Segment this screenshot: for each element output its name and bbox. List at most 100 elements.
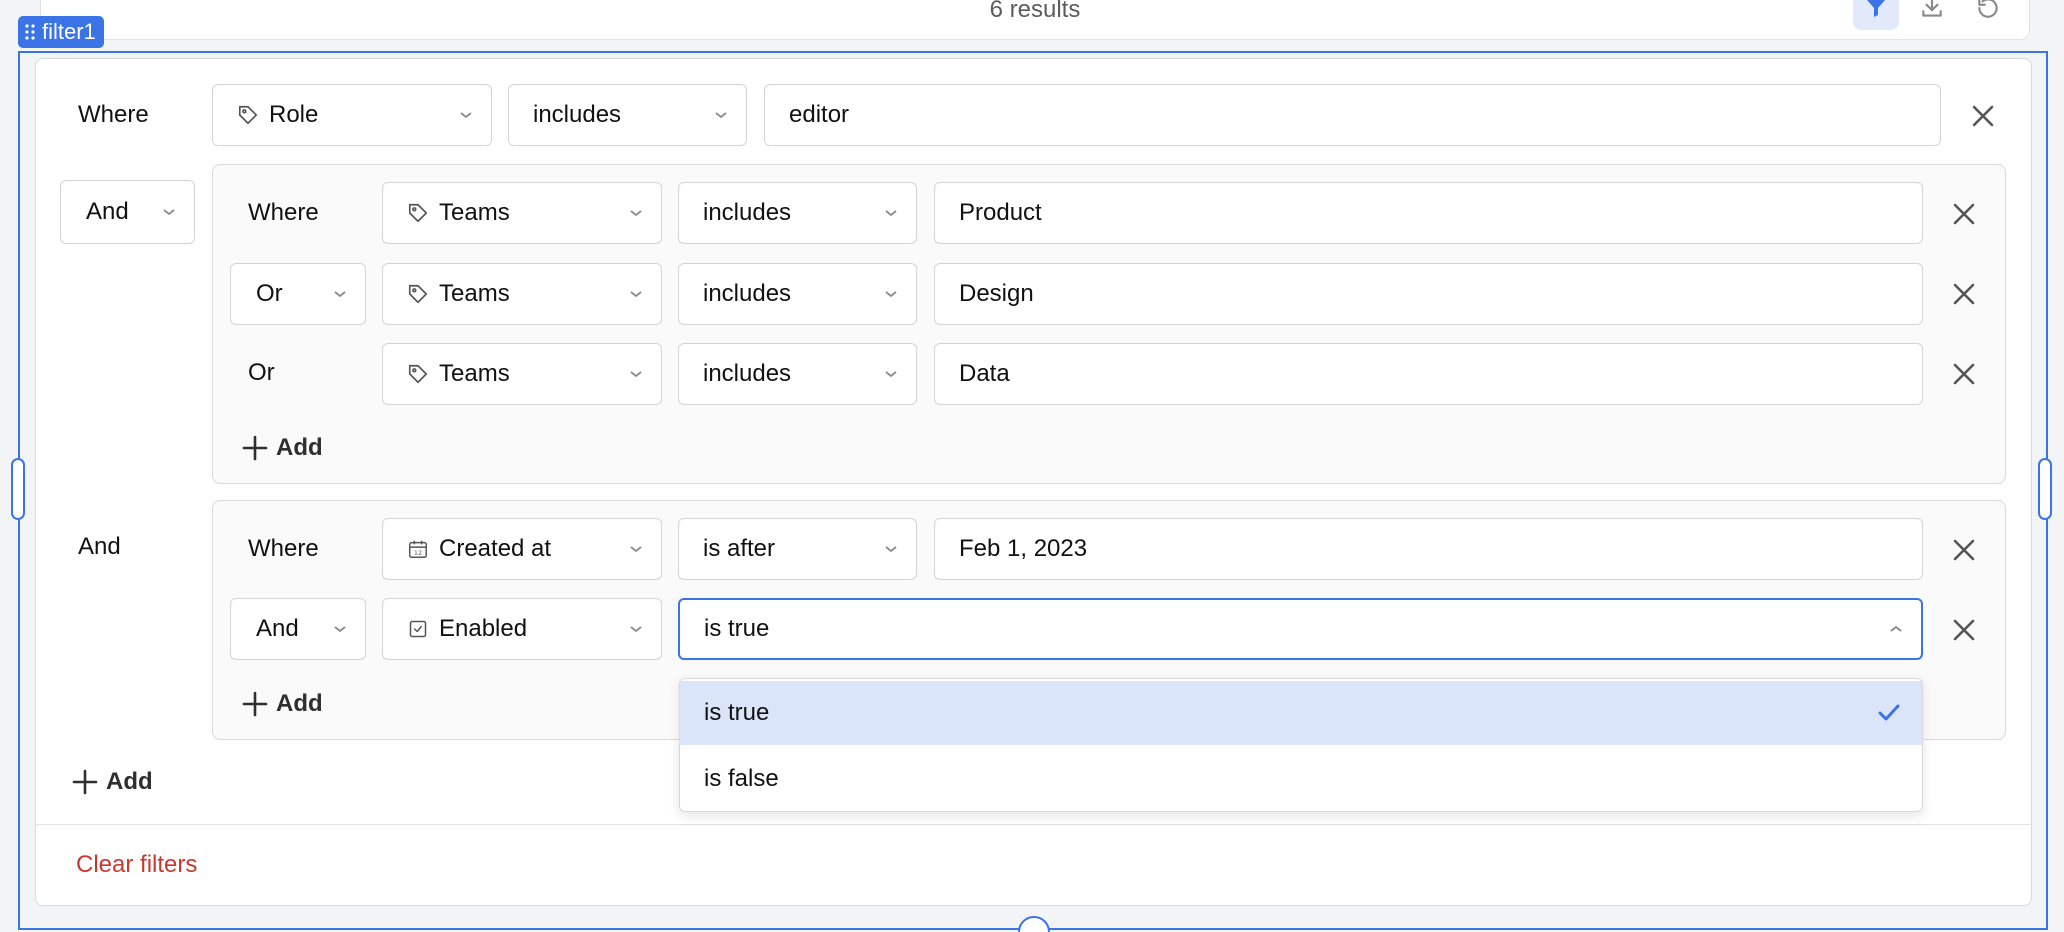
filter-prefix-label: Where — [248, 199, 319, 226]
chevron-down-icon — [885, 371, 897, 378]
row-joiner-value: And — [256, 615, 299, 642]
filter-prefix-label: Where — [78, 101, 149, 128]
filter-prefix-label: Where — [248, 535, 319, 562]
component-tag[interactable]: filter1 — [18, 16, 104, 48]
field-select-value: Teams — [439, 360, 510, 387]
chevron-down-icon — [334, 291, 346, 298]
add-filter-button[interactable]: Add — [242, 684, 323, 724]
filter-icon[interactable] — [1853, 0, 1899, 30]
group-joiner-label: And — [78, 533, 121, 560]
value-input-text: editor — [789, 101, 850, 128]
value-input-text: Data — [959, 360, 1010, 387]
checkbox-icon — [407, 618, 429, 640]
chevron-down-icon — [885, 291, 897, 298]
add-filter-label: Add — [106, 768, 153, 795]
date-input-text: Feb 1, 2023 — [959, 535, 1088, 562]
dropdown-option-label: is false — [704, 765, 779, 792]
value-input-text: Product — [959, 199, 1042, 226]
operator-select-open[interactable]: is true — [678, 598, 1923, 660]
field-select-value: Teams — [439, 199, 510, 226]
remove-filter-button[interactable] — [1947, 357, 1981, 391]
download-icon[interactable] — [1909, 0, 1955, 30]
operator-select[interactable]: includes — [678, 182, 917, 244]
chevron-down-icon — [630, 371, 642, 378]
operator-select[interactable]: includes — [678, 263, 917, 325]
field-select-value: Role — [269, 101, 319, 128]
date-input[interactable]: Feb 1, 2023 — [934, 518, 1923, 580]
refresh-icon[interactable] — [1965, 0, 2011, 30]
chevron-down-icon — [460, 112, 472, 119]
component-name: filter1 — [42, 19, 96, 44]
tag-icon — [407, 202, 429, 224]
remove-filter-button[interactable] — [1966, 99, 2000, 133]
close-icon — [1972, 105, 1994, 127]
chevron-down-icon — [630, 210, 642, 217]
close-icon — [1953, 539, 1975, 561]
field-select-value: Created at — [439, 535, 552, 562]
plus-icon — [72, 769, 98, 795]
operator-select-value: includes — [703, 360, 792, 387]
field-select[interactable]: 12 Created at — [382, 518, 662, 580]
field-select[interactable]: Teams — [382, 182, 662, 244]
chevron-down-icon — [885, 546, 897, 553]
results-toolbar: 6 results — [40, 0, 2030, 40]
value-input[interactable]: Product — [934, 182, 1923, 244]
footer-divider — [35, 824, 2032, 825]
operator-select-value: is true — [704, 615, 770, 642]
row-joiner-select[interactable]: Or — [230, 263, 366, 325]
drag-handle-icon[interactable] — [24, 23, 36, 41]
operator-select[interactable]: is after — [678, 518, 917, 580]
operator-dropdown-menu: is true is false — [679, 678, 1923, 812]
chevron-down-icon — [715, 112, 727, 119]
close-icon — [1953, 619, 1975, 641]
value-input[interactable]: Design — [934, 263, 1923, 325]
add-filter-button[interactable]: Add — [242, 428, 323, 468]
close-icon — [1953, 283, 1975, 305]
remove-filter-button[interactable] — [1947, 533, 1981, 567]
group-joiner-value: And — [86, 198, 129, 225]
add-filter-label: Add — [276, 434, 323, 461]
field-select-value: Enabled — [439, 615, 528, 642]
dropdown-option-label: is true — [704, 699, 770, 726]
resize-handle-right[interactable] — [2038, 458, 2052, 520]
field-select[interactable]: Teams — [382, 263, 662, 325]
row-joiner-select[interactable]: And — [230, 598, 366, 660]
field-select[interactable]: Enabled — [382, 598, 662, 660]
chevron-down-icon — [334, 626, 346, 633]
add-filter-label: Add — [276, 690, 323, 717]
chevron-down-icon — [630, 291, 642, 298]
chevron-down-icon — [630, 626, 642, 633]
chevron-up-icon — [1890, 625, 1902, 632]
remove-filter-button[interactable] — [1947, 277, 1981, 311]
value-input[interactable]: Data — [934, 343, 1923, 405]
operator-select[interactable]: includes — [508, 84, 747, 146]
chevron-down-icon — [630, 546, 642, 553]
add-filter-group-button[interactable]: Add — [72, 762, 153, 802]
close-icon — [1953, 203, 1975, 225]
operator-select-value: includes — [703, 280, 792, 307]
plus-icon — [242, 691, 268, 717]
operator-select-value: is after — [703, 535, 776, 562]
filter-prefix-label: Or — [248, 359, 275, 386]
svg-text:12: 12 — [414, 549, 422, 557]
row-joiner-value: Or — [256, 280, 283, 307]
chevron-down-icon — [163, 209, 175, 216]
dropdown-option-is-true[interactable]: is true — [680, 681, 1922, 745]
group-joiner-select[interactable]: And — [60, 180, 195, 244]
field-select[interactable]: Teams — [382, 343, 662, 405]
plus-icon — [242, 435, 268, 461]
clear-filters-button[interactable]: Clear filters — [76, 848, 197, 882]
field-select[interactable]: Role — [212, 84, 492, 146]
calendar-icon: 12 — [407, 538, 429, 560]
operator-select[interactable]: includes — [678, 343, 917, 405]
chevron-down-icon — [885, 210, 897, 217]
dropdown-option-is-false[interactable]: is false — [680, 747, 1922, 811]
value-input-text: Design — [959, 280, 1034, 307]
remove-filter-button[interactable] — [1947, 613, 1981, 647]
value-input[interactable]: editor — [764, 84, 1941, 146]
operator-select-value: includes — [703, 199, 792, 226]
operator-select-value: includes — [533, 101, 622, 128]
remove-filter-button[interactable] — [1947, 197, 1981, 231]
resize-handle-left[interactable] — [11, 458, 25, 520]
tag-icon — [407, 283, 429, 305]
